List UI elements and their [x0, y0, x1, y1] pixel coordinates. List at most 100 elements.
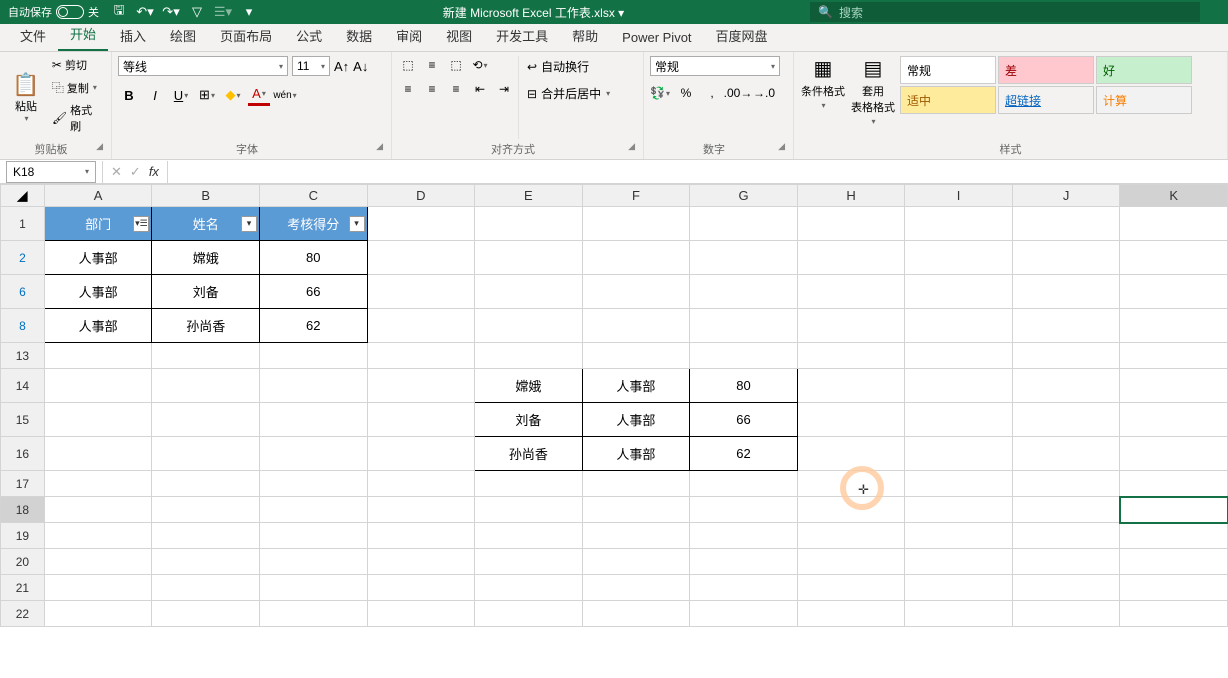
row-header-6[interactable]: 6 [1, 275, 45, 309]
bold-button[interactable]: B [118, 84, 140, 106]
redo-icon[interactable]: ↷▾ [163, 4, 179, 20]
style-hyperlink[interactable]: 超链接 [998, 86, 1094, 114]
tab-formulas[interactable]: 公式 [284, 20, 334, 51]
col-header-E[interactable]: E [475, 185, 583, 207]
align-center-icon[interactable]: ≡ [422, 80, 442, 98]
row-header-16[interactable]: 16 [1, 437, 45, 471]
filter-button-score[interactable]: ▾ [349, 216, 365, 232]
font-launcher-icon[interactable]: ◢ [376, 141, 383, 152]
cell-A2[interactable]: 人事部 [44, 241, 152, 275]
name-box[interactable]: K18▾ [6, 161, 96, 183]
clipboard-launcher-icon[interactable]: ◢ [96, 141, 103, 152]
fill-color-button[interactable]: ◆▾ [222, 84, 244, 106]
cell-E14[interactable]: 嫦娥 [475, 369, 583, 403]
border-button[interactable]: ⊞▾ [196, 84, 218, 106]
search-box[interactable]: 🔍 搜索 [810, 2, 1200, 22]
comma-style-icon[interactable]: , [702, 84, 722, 102]
number-format-select[interactable]: 常规▾ [650, 56, 780, 76]
align-top-icon[interactable]: ⬚ [398, 56, 418, 74]
align-launcher-icon[interactable]: ◢ [628, 141, 635, 152]
merge-center-button[interactable]: ⊟合并后居中▾ [525, 83, 612, 104]
col-header-F[interactable]: F [582, 185, 690, 207]
cell-A1[interactable]: 部门▾☰ [44, 207, 152, 241]
cell-G15[interactable]: 66 [690, 403, 798, 437]
col-header-B[interactable]: B [152, 185, 260, 207]
format-as-table-button[interactable]: ▤ 套用 表格格式▾ [850, 56, 896, 139]
number-launcher-icon[interactable]: ◢ [778, 141, 785, 152]
tab-insert[interactable]: 插入 [108, 20, 158, 51]
decrease-decimal-icon[interactable]: →.0 [754, 84, 774, 102]
font-name-select[interactable]: 等线▾ [118, 56, 288, 76]
cell-B1[interactable]: 姓名▾ [152, 207, 260, 241]
filter-button-name[interactable]: ▾ [241, 216, 257, 232]
row-header-22[interactable]: 22 [1, 601, 45, 627]
increase-font-icon[interactable]: A↑ [334, 59, 349, 74]
copy-button[interactable]: ⿻复制▾ [50, 78, 105, 97]
fx-icon[interactable]: fx [149, 164, 159, 179]
col-header-J[interactable]: J [1012, 185, 1120, 207]
cell-E15[interactable]: 刘备 [475, 403, 583, 437]
col-header-H[interactable]: H [797, 185, 905, 207]
cell-styles-gallery[interactable]: 常规 差 好 适中 超链接 计算 [900, 56, 1192, 139]
filter-button-dept[interactable]: ▾☰ [133, 216, 149, 232]
enter-formula-icon[interactable]: ✓ [130, 164, 141, 180]
row-header-15[interactable]: 15 [1, 403, 45, 437]
row-header-13[interactable]: 13 [1, 343, 45, 369]
italic-button[interactable]: I [144, 84, 166, 106]
style-good[interactable]: 好 [1096, 56, 1192, 84]
cell-B6[interactable]: 刘备 [152, 275, 260, 309]
style-bad[interactable]: 差 [998, 56, 1094, 84]
font-size-select[interactable]: 11▾ [292, 56, 330, 76]
col-header-D[interactable]: D [367, 185, 475, 207]
wrap-text-button[interactable]: ↩自动换行 [525, 56, 612, 77]
underline-button[interactable]: U▾ [170, 84, 192, 106]
cell-A8[interactable]: 人事部 [44, 309, 152, 343]
style-neutral[interactable]: 适中 [900, 86, 996, 114]
cut-button[interactable]: ✂剪切 [50, 56, 105, 74]
decrease-font-icon[interactable]: A↓ [353, 59, 368, 74]
cell-K18[interactable] [1120, 497, 1228, 523]
row-header-1[interactable]: 1 [1, 207, 45, 241]
cell-C2[interactable]: 80 [259, 241, 367, 275]
align-middle-icon[interactable]: ≡ [422, 56, 442, 74]
cell-B8[interactable]: 孙尚香 [152, 309, 260, 343]
paste-button[interactable]: 📋 粘贴 ▾ [6, 56, 46, 139]
cell-C8[interactable]: 62 [259, 309, 367, 343]
tab-layout[interactable]: 页面布局 [208, 20, 284, 51]
select-all-corner[interactable]: ◢ [1, 185, 45, 207]
style-calculation[interactable]: 计算 [1096, 86, 1192, 114]
tab-draw[interactable]: 绘图 [158, 20, 208, 51]
col-header-A[interactable]: A [44, 185, 152, 207]
row-header-18[interactable]: 18 [1, 497, 45, 523]
row-header-2[interactable]: 2 [1, 241, 45, 275]
row-header-21[interactable]: 21 [1, 575, 45, 601]
indent-increase-icon[interactable]: ⇥ [494, 80, 514, 98]
style-normal[interactable]: 常规 [900, 56, 996, 84]
filter-icon[interactable]: ▽ [189, 4, 205, 20]
cell-F14[interactable]: 人事部 [582, 369, 690, 403]
tab-developer[interactable]: 开发工具 [484, 20, 560, 51]
cell-G14[interactable]: 80 [690, 369, 798, 403]
font-color-button[interactable]: A▾ [248, 84, 270, 106]
cell-C1[interactable]: 考核得分▾ [259, 207, 367, 241]
tab-view[interactable]: 视图 [434, 20, 484, 51]
indent-decrease-icon[interactable]: ⇤ [470, 80, 490, 98]
tab-file[interactable]: 文件 [8, 20, 58, 51]
row-header-19[interactable]: 19 [1, 523, 45, 549]
worksheet-grid[interactable]: ◢ A B C D E F G H I J K 1 部门▾☰ 姓名▾ 考核得分▾… [0, 184, 1228, 627]
tab-review[interactable]: 审阅 [384, 20, 434, 51]
col-header-I[interactable]: I [905, 185, 1013, 207]
save-icon[interactable]: 🖫 [111, 4, 127, 20]
cell-G16[interactable]: 62 [690, 437, 798, 471]
align-left-icon[interactable]: ≡ [398, 80, 418, 98]
row-header-14[interactable]: 14 [1, 369, 45, 403]
phonetic-button[interactable]: wén▾ [274, 84, 296, 106]
cell-F15[interactable]: 人事部 [582, 403, 690, 437]
tab-home[interactable]: 开始 [58, 18, 108, 51]
col-header-G[interactable]: G [690, 185, 798, 207]
format-painter-button[interactable]: 🖌格式刷 [50, 101, 105, 135]
undo-icon[interactable]: ↶▾ [137, 4, 153, 20]
tab-baidu[interactable]: 百度网盘 [704, 20, 780, 51]
row-header-20[interactable]: 20 [1, 549, 45, 575]
tab-help[interactable]: 帮助 [560, 20, 610, 51]
